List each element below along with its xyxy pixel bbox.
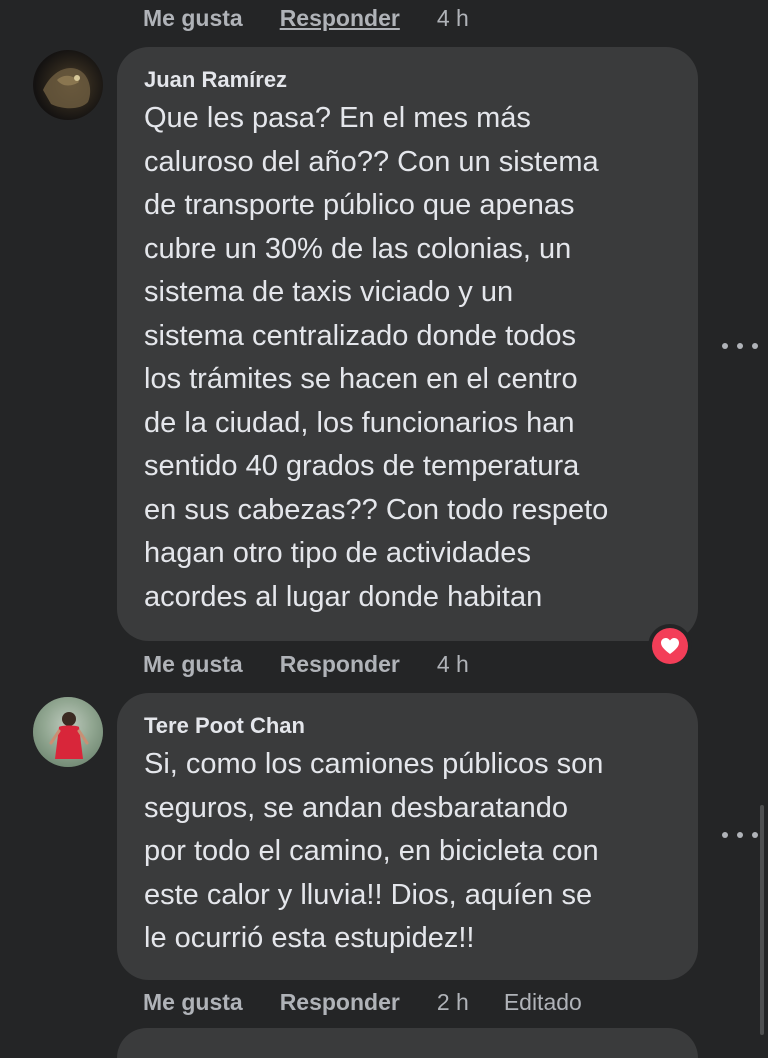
like-button[interactable]: Me gusta (143, 5, 243, 32)
dot-icon (722, 832, 728, 838)
comment-bubble: Juan Ramírez Que les pasa? En el mes más… (117, 47, 698, 641)
reply-button[interactable]: Responder (280, 989, 400, 1016)
comment-timestamp[interactable]: 4 h (437, 651, 469, 678)
comment-timestamp[interactable]: 4 h (437, 5, 469, 32)
comment-actions: Me gusta Responder 4 h (143, 5, 504, 32)
reply-button[interactable]: Responder (280, 651, 400, 678)
avatar[interactable] (33, 50, 103, 120)
avatar-image (33, 697, 103, 767)
avatar-image (43, 68, 91, 109)
comment-bubble: Tere Poot Chan Si, como los camiones púb… (117, 693, 698, 980)
comment-bubble (117, 1028, 698, 1058)
comment-actions: Me gusta Responder 4 h (143, 651, 504, 678)
edited-label[interactable]: Editado (504, 989, 582, 1016)
reaction-badge[interactable] (648, 624, 692, 668)
comment-author[interactable]: Tere Poot Chan (144, 711, 672, 741)
more-options-button[interactable] (722, 825, 758, 845)
comment-author[interactable]: Juan Ramírez (144, 65, 672, 95)
dot-icon (752, 343, 758, 349)
dot-icon (737, 343, 743, 349)
more-options-button[interactable] (722, 336, 758, 356)
comment-timestamp[interactable]: 2 h (437, 989, 469, 1016)
reply-button[interactable]: Responder (280, 5, 400, 32)
comment-text: Si, como los camiones públicos son segur… (144, 748, 604, 954)
scrollbar[interactable] (760, 805, 764, 1035)
dot-icon (722, 343, 728, 349)
dot-icon (752, 832, 758, 838)
like-button[interactable]: Me gusta (143, 651, 243, 678)
heart-icon (652, 628, 688, 664)
dot-icon (737, 832, 743, 838)
comment-actions: Me gusta Responder 2 h Editado (143, 989, 582, 1016)
avatar[interactable] (33, 697, 103, 767)
like-button[interactable]: Me gusta (143, 989, 243, 1016)
comment-text: Que les pasa? En el mes más caluroso del… (144, 102, 609, 613)
